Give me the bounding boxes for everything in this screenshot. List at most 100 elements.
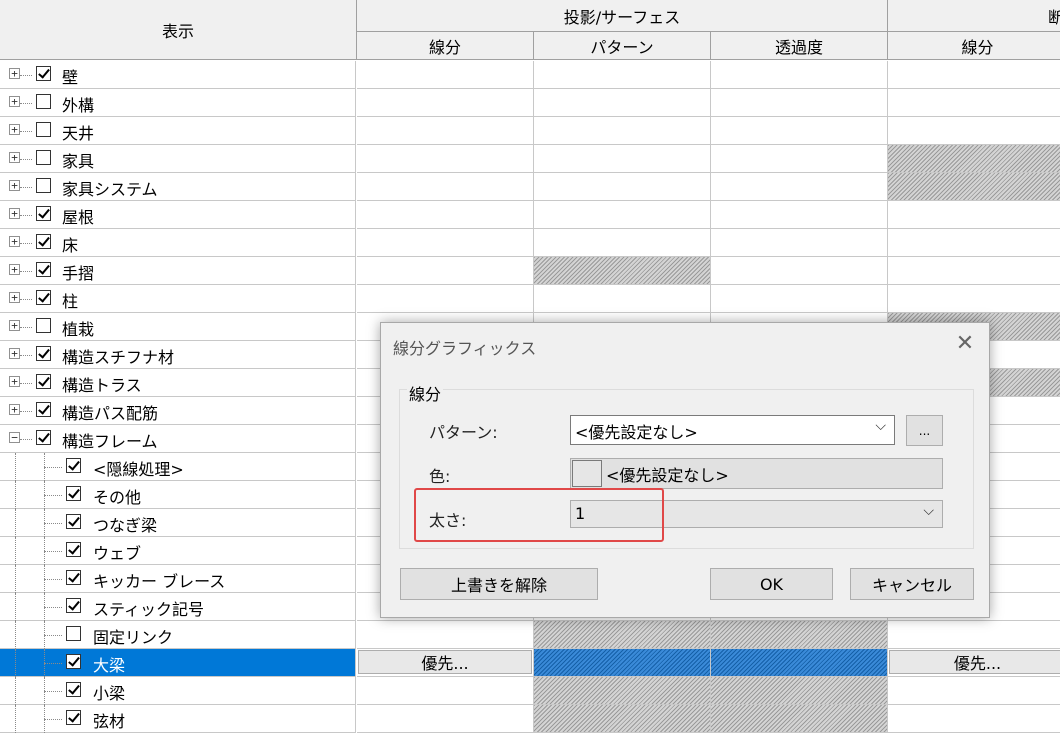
expand-icon[interactable]: + (9, 152, 20, 163)
override-cell[interactable] (534, 173, 711, 201)
category-row[interactable]: 弦材 (0, 705, 1060, 733)
override-cell[interactable] (888, 145, 1060, 173)
override-cell[interactable] (888, 89, 1060, 117)
category-name-cell[interactable]: ウェブ (0, 537, 356, 565)
category-name-cell[interactable]: + 壁 (0, 61, 356, 89)
visibility-checkbox[interactable] (36, 374, 51, 389)
expand-icon[interactable]: + (9, 264, 20, 275)
override-cell[interactable] (357, 89, 534, 117)
visibility-checkbox[interactable] (36, 206, 51, 221)
override-cell[interactable] (711, 145, 888, 173)
category-row[interactable]: + 柱 (0, 285, 1060, 313)
category-row[interactable]: + 手摺 (0, 257, 1060, 285)
visibility-checkbox[interactable] (66, 654, 81, 669)
visibility-checkbox[interactable] (66, 682, 81, 697)
visibility-checkbox[interactable] (36, 262, 51, 277)
visibility-checkbox[interactable] (36, 430, 51, 445)
visibility-checkbox[interactable] (66, 514, 81, 529)
category-name-cell[interactable]: + 植栽 (0, 313, 356, 341)
expand-icon[interactable]: + (9, 208, 20, 219)
override-cell[interactable] (711, 621, 888, 649)
expand-icon[interactable]: + (9, 68, 20, 79)
override-cell[interactable] (534, 201, 711, 229)
override-button[interactable]: 優先... (358, 650, 532, 674)
override-cell[interactable] (534, 61, 711, 89)
category-name-cell[interactable]: − 構造フレーム (0, 425, 356, 453)
visibility-checkbox[interactable] (36, 94, 51, 109)
category-row[interactable]: + 家具 (0, 145, 1060, 173)
category-name-cell[interactable]: + 家具 (0, 145, 356, 173)
visibility-checkbox[interactable] (66, 626, 81, 641)
override-cell[interactable] (357, 705, 534, 733)
override-cell[interactable] (711, 649, 888, 677)
visibility-checkbox[interactable] (36, 402, 51, 417)
override-cell[interactable] (711, 61, 888, 89)
override-cell[interactable] (357, 201, 534, 229)
category-name-cell[interactable]: + 外構 (0, 89, 356, 117)
pattern-browse-button[interactable]: ... (906, 415, 943, 446)
visibility-checkbox[interactable] (36, 346, 51, 361)
visibility-checkbox[interactable] (66, 598, 81, 613)
category-name-cell[interactable]: + 柱 (0, 285, 356, 313)
category-row[interactable]: + 壁 (0, 61, 1060, 89)
override-cell[interactable] (711, 117, 888, 145)
header-col-pattern[interactable]: パターン (534, 32, 711, 60)
category-name-cell[interactable]: 固定リンク (0, 621, 356, 649)
override-cell[interactable]: 優先... (357, 649, 534, 677)
header-col-transparency[interactable]: 透過度 (711, 32, 888, 60)
category-name-cell[interactable]: 弦材 (0, 705, 356, 733)
category-row[interactable]: 大梁 優先... 優先... (0, 649, 1060, 677)
override-cell[interactable] (534, 117, 711, 145)
category-name-cell[interactable]: + 手摺 (0, 257, 356, 285)
override-cell[interactable] (711, 201, 888, 229)
override-cell[interactable] (534, 285, 711, 313)
override-cell[interactable] (888, 229, 1060, 257)
override-cell[interactable] (357, 621, 534, 649)
override-cell[interactable] (357, 257, 534, 285)
override-cell[interactable] (888, 61, 1060, 89)
visibility-checkbox[interactable] (36, 66, 51, 81)
override-cell[interactable] (534, 705, 711, 733)
override-cell[interactable] (357, 117, 534, 145)
header-col-lines[interactable]: 線分 (357, 32, 534, 60)
category-name-cell[interactable]: <隠線処理> (0, 453, 356, 481)
override-cell[interactable] (888, 621, 1060, 649)
category-row[interactable]: 固定リンク (0, 621, 1060, 649)
override-cell[interactable] (888, 257, 1060, 285)
override-cell[interactable] (534, 257, 711, 285)
visibility-checkbox[interactable] (66, 710, 81, 725)
override-cell[interactable] (534, 621, 711, 649)
override-cell[interactable] (888, 705, 1060, 733)
close-icon[interactable]: ✕ (951, 331, 979, 357)
clear-override-button[interactable]: 上書きを解除 (400, 568, 598, 600)
category-name-cell[interactable]: + 家具システム (0, 173, 356, 201)
category-row[interactable]: + 家具システム (0, 173, 1060, 201)
override-cell[interactable] (357, 229, 534, 257)
category-row[interactable]: + 床 (0, 229, 1060, 257)
color-button[interactable]: <優先設定なし> (570, 458, 943, 489)
expand-icon[interactable]: + (9, 292, 20, 303)
override-cell[interactable] (357, 285, 534, 313)
expand-icon[interactable]: + (9, 404, 20, 415)
category-name-cell[interactable]: つなぎ梁 (0, 509, 356, 537)
visibility-checkbox[interactable] (36, 290, 51, 305)
expand-icon[interactable]: + (9, 320, 20, 331)
category-name-cell[interactable]: キッカー ブレース (0, 565, 356, 593)
category-name-cell[interactable]: + 天井 (0, 117, 356, 145)
category-name-cell[interactable]: + 構造トラス (0, 369, 356, 397)
visibility-checkbox[interactable] (36, 122, 51, 137)
expand-icon[interactable]: + (9, 236, 20, 247)
category-row[interactable]: + 屋根 (0, 201, 1060, 229)
override-cell[interactable] (711, 285, 888, 313)
override-cell[interactable] (711, 89, 888, 117)
cancel-button[interactable]: キャンセル (850, 568, 974, 600)
ok-button[interactable]: OK (710, 568, 833, 600)
override-cell[interactable] (357, 173, 534, 201)
category-name-cell[interactable]: 小梁 (0, 677, 356, 705)
pattern-select[interactable]: <優先設定なし> ⌵ (570, 415, 895, 445)
override-cell[interactable] (711, 257, 888, 285)
category-name-cell[interactable]: + 床 (0, 229, 356, 257)
visibility-checkbox[interactable] (36, 150, 51, 165)
override-cell[interactable] (534, 229, 711, 257)
visibility-checkbox[interactable] (66, 486, 81, 501)
